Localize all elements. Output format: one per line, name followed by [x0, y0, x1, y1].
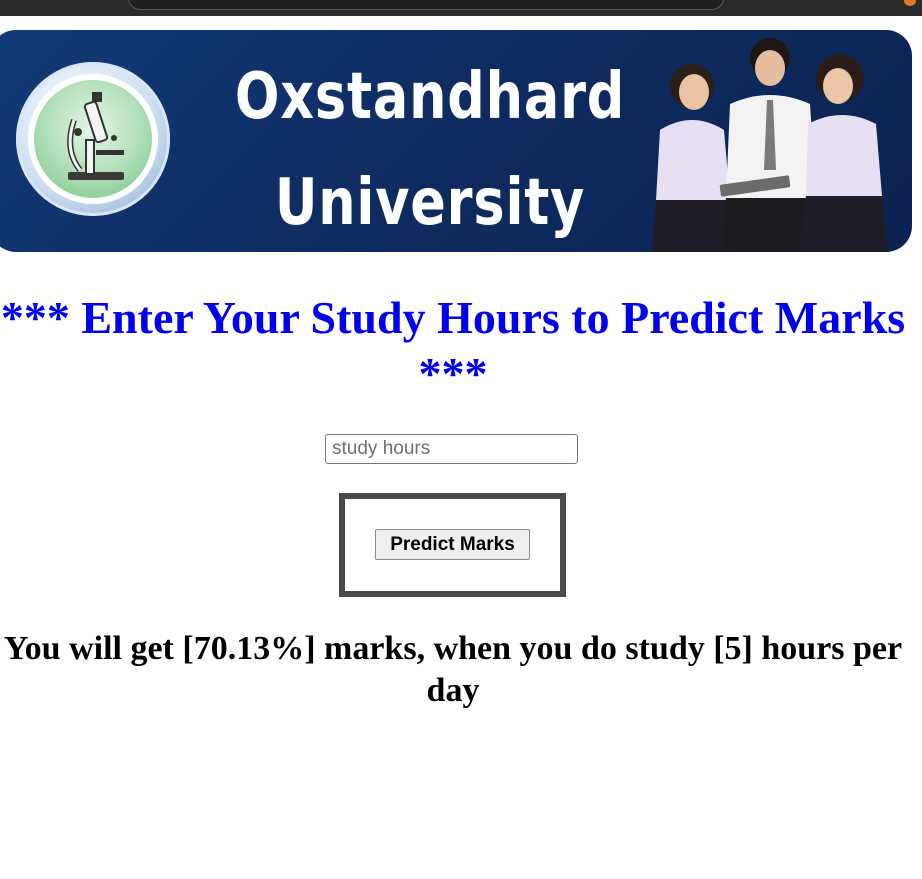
students-photo: [652, 38, 888, 252]
banner-title-line2: University: [274, 166, 586, 240]
university-banner: Oxstandhard University: [0, 30, 912, 252]
study-hours-input[interactable]: [325, 434, 578, 464]
address-bar[interactable]: [128, 0, 724, 10]
extension-icon[interactable]: [904, 0, 916, 6]
page-heading: *** Enter Your Study Hours to Predict Ma…: [0, 292, 906, 399]
banner-title-line1: Oxstandhard: [234, 60, 626, 134]
button-frame: Predict Marks: [339, 493, 566, 597]
microscope-logo-icon: [67, 92, 124, 180]
prediction-result: You will get [70.13%] marks, when you do…: [3, 630, 903, 709]
browser-toolbar: [0, 0, 922, 16]
banner-title: Oxstandhard University: [225, 44, 635, 252]
university-logo: [16, 62, 170, 216]
predict-marks-button[interactable]: Predict Marks: [375, 529, 530, 560]
